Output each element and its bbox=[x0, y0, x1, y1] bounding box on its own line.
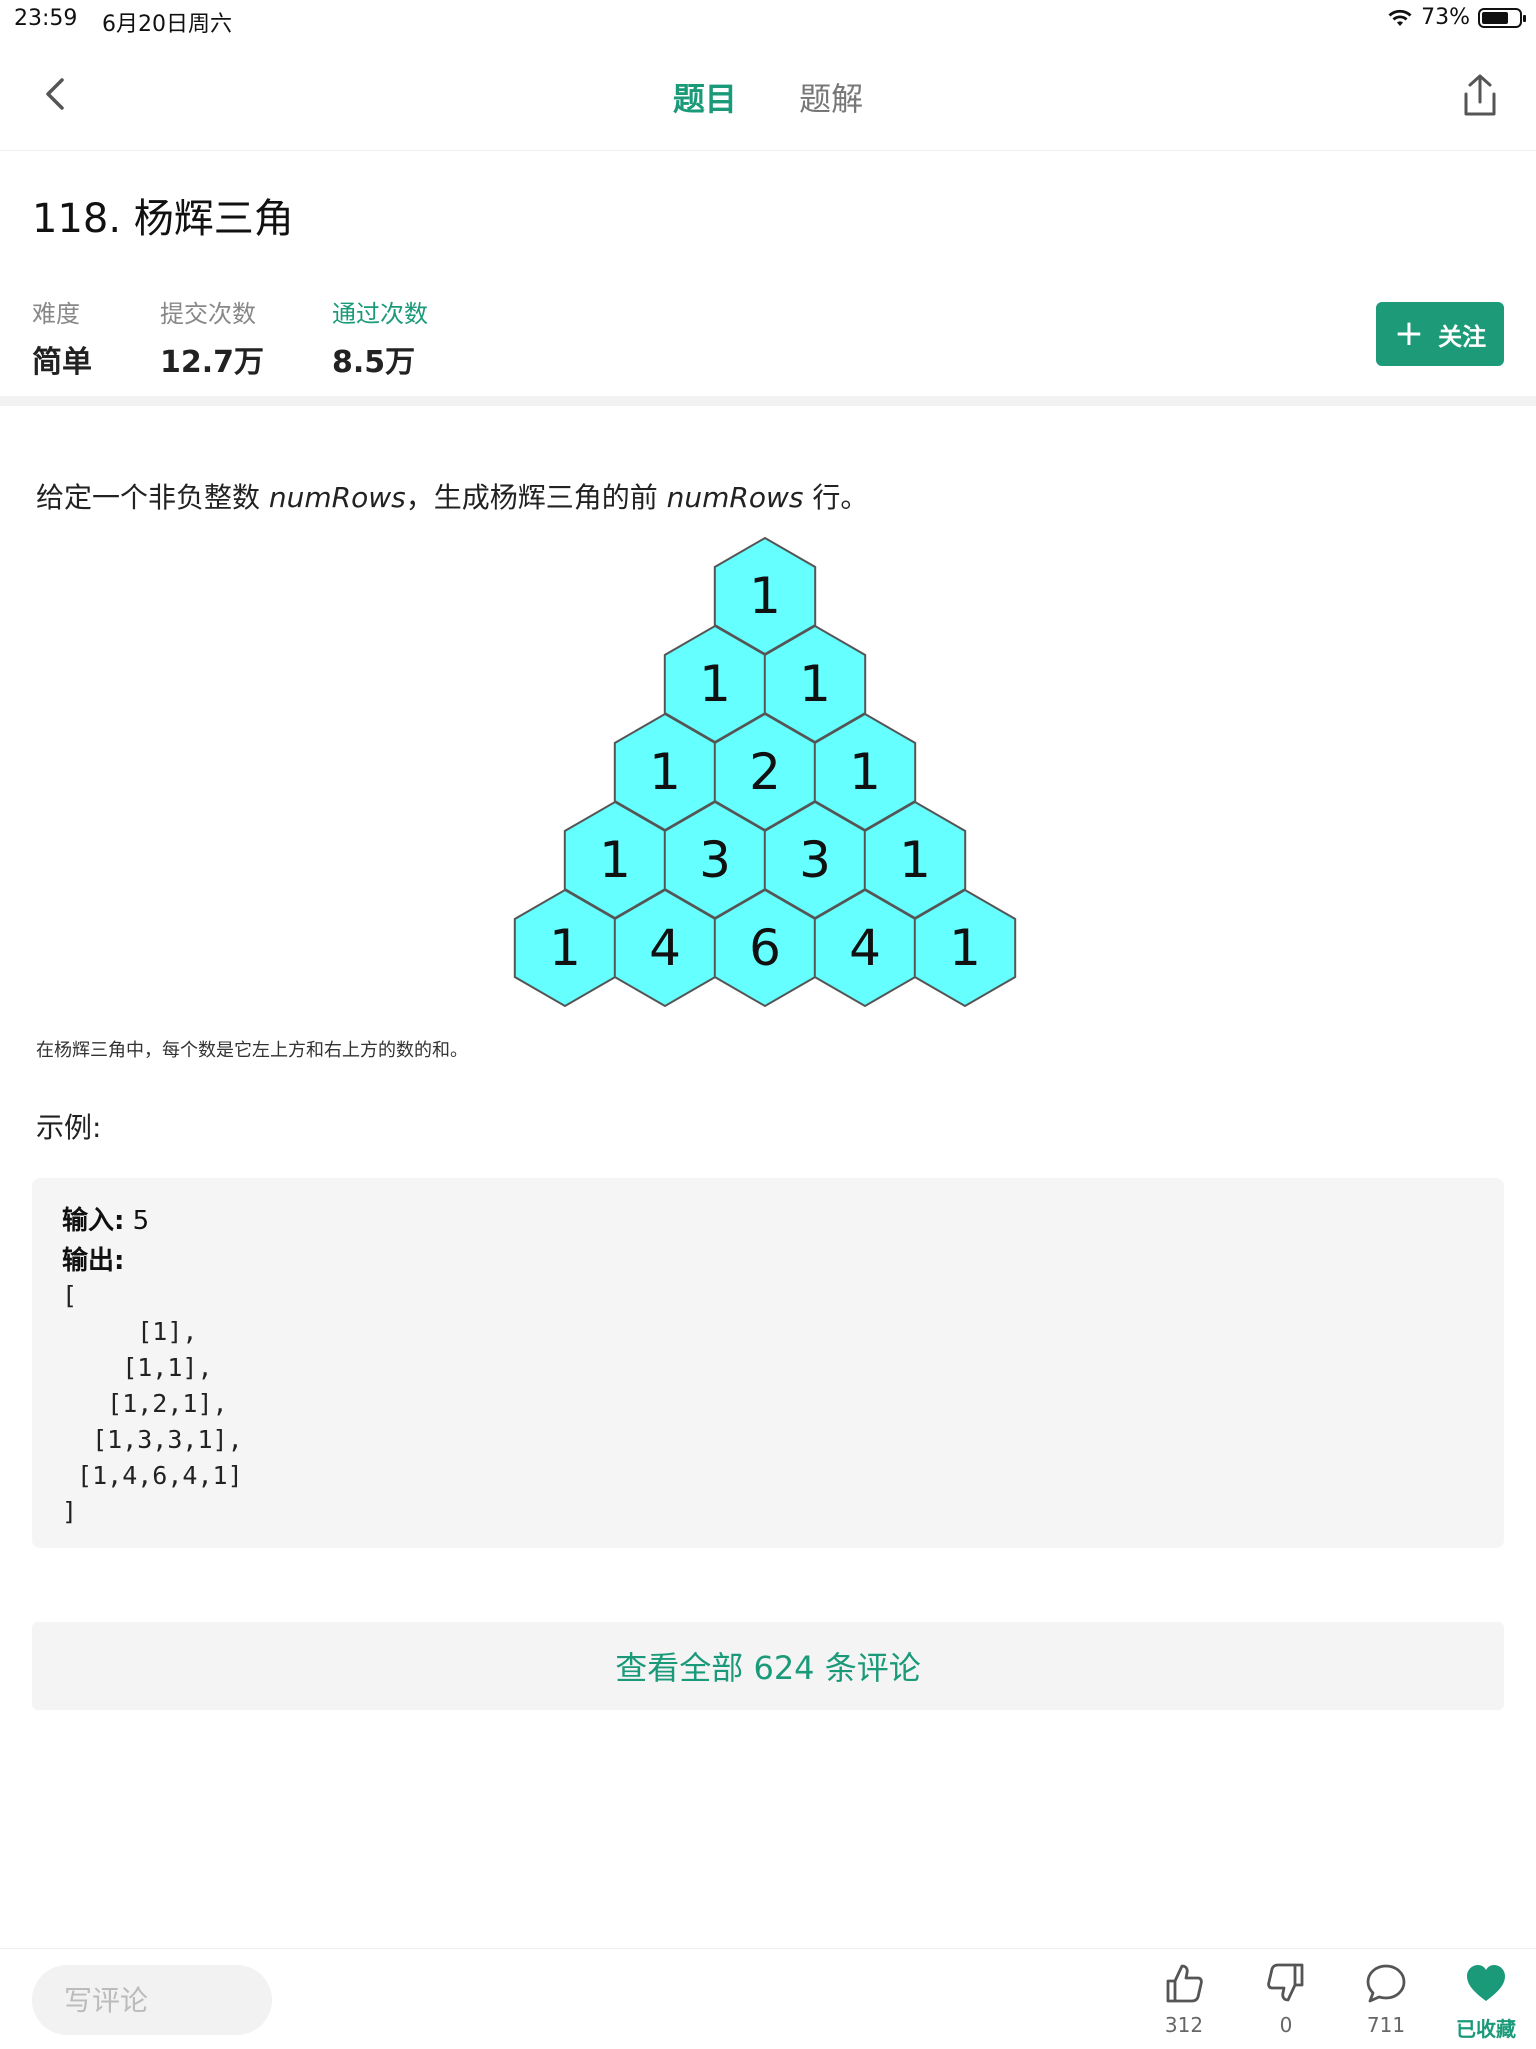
difficulty-value: 简单 bbox=[32, 345, 92, 380]
hexagon-value: 1 bbox=[799, 655, 831, 713]
share-button[interactable] bbox=[1456, 70, 1504, 122]
plus-icon: + bbox=[1393, 313, 1425, 354]
tab-problem[interactable]: 题目 bbox=[673, 74, 737, 120]
accepted-value: 8.5万 bbox=[332, 345, 416, 380]
status-right: 73% bbox=[1387, 5, 1526, 30]
stat-submissions: 提交次数 12.7万 bbox=[160, 294, 264, 381]
description-text: 给定一个非负整数 bbox=[36, 481, 269, 514]
output-line: ] bbox=[62, 1497, 78, 1526]
output-line: [1,2,1], bbox=[62, 1389, 228, 1418]
speech-bubble-icon bbox=[1366, 1964, 1406, 2003]
like-button[interactable]: 312 bbox=[1144, 1961, 1224, 2037]
favorite-button[interactable]: 已收藏 bbox=[1446, 1961, 1526, 2042]
example-code-block: 输入: 5 输出: [ [1], [1,1], [1,2,1], [1,3,3,… bbox=[32, 1178, 1504, 1548]
like-count: 312 bbox=[1164, 2013, 1204, 2037]
battery-icon bbox=[1478, 7, 1526, 28]
follow-label: 关注 bbox=[1438, 322, 1487, 351]
submissions-label: 提交次数 bbox=[160, 300, 256, 328]
view-all-comments-button[interactable]: 查看全部 624 条评论 bbox=[32, 1622, 1504, 1710]
hexagon-value: 4 bbox=[649, 919, 681, 977]
stat-accepted: 通过次数 8.5万 bbox=[332, 294, 428, 381]
comments-button[interactable]: 711 bbox=[1346, 1961, 1426, 2037]
pascal-triangle-image: 11 11 2 11 3 3 11 4 6 4 1 bbox=[513, 536, 1017, 1008]
comment-input[interactable] bbox=[32, 1965, 272, 2035]
output-line: [ bbox=[62, 1281, 78, 1310]
accepted-label: 通过次数 bbox=[332, 300, 429, 328]
thumbs-up-icon bbox=[1166, 1964, 1203, 2003]
hexagon-value: 1 bbox=[699, 655, 731, 713]
hexagon-value: 1 bbox=[849, 743, 881, 801]
output-lines: [ [1], [1,1], [1,2,1], [1,3,3,1], [1,4,6… bbox=[62, 1278, 243, 1530]
output-line: [1,3,3,1], bbox=[62, 1425, 243, 1454]
description-variable: numRows bbox=[268, 481, 406, 514]
output-line: [1,4,6,4,1] bbox=[62, 1461, 243, 1490]
description-text: ，生成杨辉三角的前 bbox=[405, 481, 667, 514]
dislike-count: 0 bbox=[1279, 2013, 1293, 2037]
tab-solutions[interactable]: 题解 bbox=[799, 74, 863, 120]
description-variable: numRows bbox=[666, 481, 804, 514]
input-value: 5 bbox=[132, 1206, 150, 1236]
input-label: 输入: bbox=[62, 1206, 125, 1236]
status-bar: 23:59 6月20日周六 73% bbox=[0, 0, 1536, 40]
heart-icon bbox=[1467, 1965, 1505, 2001]
difficulty-label: 难度 bbox=[32, 300, 80, 328]
hexagon-value: 1 bbox=[899, 831, 931, 889]
battery-percentage: 73% bbox=[1421, 5, 1470, 30]
triangle-caption: 在杨辉三角中，每个数是它左上方和右上方的数的和。 bbox=[36, 1040, 468, 1061]
problem-stats: 难度 简单 提交次数 12.7万 通过次数 8.5万 bbox=[32, 294, 496, 381]
comment-count: 711 bbox=[1366, 2013, 1406, 2037]
output-label: 输出: bbox=[62, 1246, 125, 1276]
example-heading: 示例: bbox=[36, 1111, 102, 1144]
hexagon-value: 6 bbox=[749, 919, 781, 977]
nav-bar: 题目 题解 bbox=[0, 40, 1536, 151]
submissions-value: 12.7万 bbox=[160, 345, 265, 380]
hexagon-value: 1 bbox=[599, 831, 631, 889]
output-line: [1], bbox=[62, 1317, 198, 1346]
tab-bar: 题目 题解 bbox=[0, 74, 1536, 120]
problem-title: 118. 杨辉三角 bbox=[32, 196, 294, 242]
hexagon-value: 2 bbox=[749, 743, 781, 801]
thumbs-down-icon bbox=[1267, 1963, 1304, 2002]
hexagon-value: 3 bbox=[699, 831, 731, 889]
wifi-icon bbox=[1388, 9, 1412, 26]
hexagon-value: 1 bbox=[649, 743, 681, 801]
status-date: 6月20日周六 bbox=[102, 12, 232, 37]
share-icon bbox=[1464, 74, 1496, 116]
hexagon-value: 1 bbox=[949, 919, 981, 977]
bottom-bar: 312 0 711 已收藏 bbox=[0, 1948, 1536, 2049]
favorited-label: 已收藏 bbox=[1456, 2017, 1516, 2041]
output-line: [1,1], bbox=[62, 1353, 213, 1382]
description-text: 行。 bbox=[803, 481, 869, 514]
hexagon-value: 1 bbox=[549, 919, 581, 977]
hexagon-value: 4 bbox=[849, 919, 881, 977]
example-io: 输入: 5 输出: bbox=[62, 1200, 149, 1280]
stat-difficulty: 难度 简单 bbox=[32, 294, 92, 381]
section-divider bbox=[0, 396, 1536, 406]
follow-button[interactable]: + 关注 bbox=[1376, 302, 1504, 366]
dislike-button[interactable]: 0 bbox=[1246, 1961, 1326, 2037]
problem-description: 给定一个非负整数 numRows，生成杨辉三角的前 numRows 行。 bbox=[36, 476, 868, 516]
hexagon-value: 3 bbox=[799, 831, 831, 889]
hexagon-value: 1 bbox=[749, 567, 781, 625]
status-time: 23:59 bbox=[14, 6, 78, 31]
